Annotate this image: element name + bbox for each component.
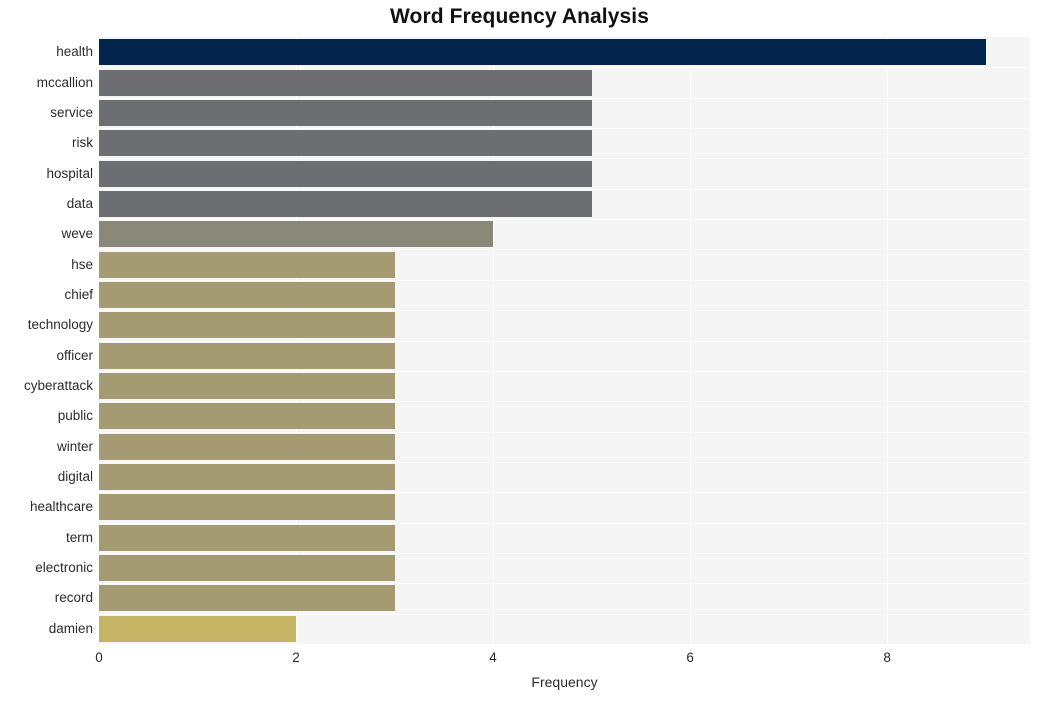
gridline-horizontal xyxy=(99,370,1030,372)
x-axis-tick-label: 2 xyxy=(292,650,300,665)
gridline-horizontal xyxy=(99,401,1030,403)
bar xyxy=(99,464,395,491)
gridline-horizontal xyxy=(99,492,1030,494)
y-axis-tick-label: record xyxy=(54,590,93,606)
plot-area xyxy=(99,37,1030,644)
bar xyxy=(99,433,395,460)
x-axis-tick-label: 6 xyxy=(686,650,694,665)
bar xyxy=(99,160,592,187)
bar xyxy=(99,39,986,66)
gridline-horizontal xyxy=(99,461,1030,463)
bar xyxy=(99,373,395,400)
y-axis-tick-label: hse xyxy=(71,256,93,272)
gridline-horizontal xyxy=(99,310,1030,312)
bar xyxy=(99,190,592,217)
bar xyxy=(99,342,395,369)
bar xyxy=(99,403,395,430)
y-axis-tick-label: officer xyxy=(56,347,93,363)
bar xyxy=(99,555,395,582)
gridline-horizontal xyxy=(99,128,1030,130)
gridline-horizontal xyxy=(99,219,1030,221)
x-axis-title: Frequency xyxy=(531,674,598,690)
bar xyxy=(99,281,395,308)
bar xyxy=(99,615,297,642)
gridline-horizontal xyxy=(99,552,1030,554)
bar xyxy=(99,99,592,126)
y-axis-tick-label: winter xyxy=(56,438,93,454)
gridline-horizontal xyxy=(99,67,1030,69)
y-axis-tick-label: term xyxy=(66,529,93,545)
gridline-horizontal xyxy=(99,340,1030,342)
y-axis-tick-label: hospital xyxy=(46,165,93,181)
bar xyxy=(99,494,395,521)
bar xyxy=(99,251,395,278)
bar xyxy=(99,312,395,339)
x-axis-tick-label: 8 xyxy=(883,650,891,665)
y-axis-tick-label: mccallion xyxy=(36,74,93,90)
gridline-horizontal xyxy=(99,188,1030,190)
gridline-horizontal xyxy=(99,97,1030,99)
bar xyxy=(99,130,592,157)
y-axis-tick-label: chief xyxy=(64,286,93,302)
y-axis-tick-label: damien xyxy=(48,620,93,636)
y-axis-tick-label: weve xyxy=(61,226,93,242)
y-axis-tick-label: technology xyxy=(27,317,93,333)
gridline-horizontal xyxy=(99,158,1030,160)
chart-title: Word Frequency Analysis xyxy=(389,5,650,28)
gridline-horizontal xyxy=(99,279,1030,281)
y-axis-tick-label: health xyxy=(56,44,93,60)
gridline-horizontal xyxy=(99,522,1030,524)
y-axis-tick-label: public xyxy=(57,408,93,424)
bar xyxy=(99,69,592,96)
y-axis-tick-label: electronic xyxy=(35,560,93,576)
y-axis-tick-label: service xyxy=(50,104,93,120)
chart-figure: Word Frequency Analysis health mccallion s… xyxy=(0,0,1039,701)
y-axis-tick-label: healthcare xyxy=(29,499,93,515)
y-axis-tick-label: data xyxy=(66,195,93,211)
gridline-horizontal xyxy=(99,583,1030,585)
x-axis-tick-label: 4 xyxy=(489,650,497,665)
bar xyxy=(99,585,395,612)
y-axis-tick-label: cyberattack xyxy=(23,378,93,394)
bar xyxy=(99,524,395,551)
gridline-horizontal xyxy=(99,613,1030,615)
gridline-horizontal xyxy=(99,431,1030,433)
bar xyxy=(99,221,494,248)
x-axis-tick-label: 0 xyxy=(95,650,103,665)
y-axis-tick-label: risk xyxy=(72,135,93,151)
y-axis-tick-label: digital xyxy=(57,469,93,485)
gridline-horizontal xyxy=(99,249,1030,251)
y-axis-tick-labels: health mccallion service risk hospital data we… xyxy=(0,37,93,644)
x-axis-tick-labels: 0 2 4 6 8 xyxy=(0,650,1039,670)
